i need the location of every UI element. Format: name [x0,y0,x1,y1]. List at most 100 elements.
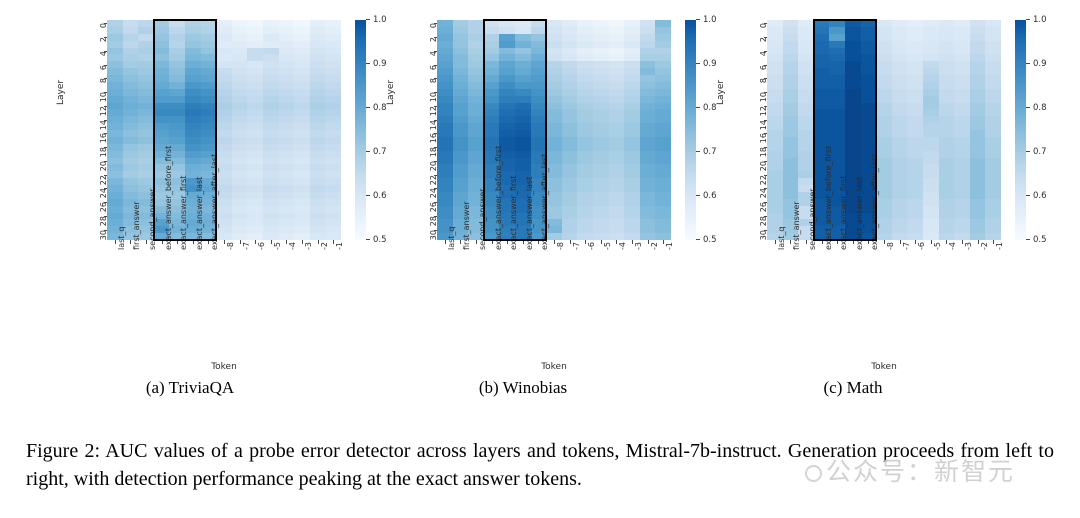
heatmap-cell [767,191,783,199]
heatmap-cell [969,191,986,199]
heatmap-cell [263,233,279,240]
heatmap-cell [798,164,814,172]
colorbar-tick-label: 0.7 [1026,147,1047,157]
heatmap-cell [923,20,939,27]
heatmap-cell [231,20,248,27]
heatmap-cell [468,178,484,185]
heatmap-cell [923,68,939,75]
x-tick-mark [522,240,524,244]
heatmap-cell [969,116,986,124]
panel-triviaqa: Layer 0 2 4 6 8 10 12 14 16 18 20 22 24 26 28 30 last_q… [12,0,387,380]
heatmap-cell [639,68,656,75]
heatmap-cell [767,219,783,227]
watermark: 公众号：新智元 [805,452,1015,488]
heatmap-cell [122,88,139,96]
heatmap-cell [876,40,892,48]
heatmap-cell [153,102,170,110]
heatmap-cell [969,54,986,62]
heatmap-cell [278,20,295,27]
heatmap-cell [639,116,656,124]
heatmap-cell [624,95,640,103]
heatmap-cell [546,26,562,34]
y-tick-mark [764,147,767,149]
heatmap-cell [639,109,656,117]
heatmap-cell [530,20,547,27]
heatmap-cell [782,61,799,69]
heatmap-cell [530,40,547,48]
heatmap-cell [452,150,469,158]
heatmap-cell [515,26,531,34]
heatmap-cell [593,191,609,199]
heatmap-cell [813,123,830,130]
heatmap-cell [437,61,453,69]
heatmap-cell [483,130,500,137]
y-tick-mark [104,119,107,121]
heatmap-cell [608,198,625,206]
heatmap-cell [452,157,469,165]
heatmap-cell [247,157,263,165]
heatmap-cell [813,54,830,62]
heatmap-cell [200,20,217,27]
heatmap-cell [624,233,640,240]
heatmap-cell [530,143,547,151]
heatmap-cell [829,68,845,75]
heatmap-cell [923,219,939,227]
heatmap-cell [813,88,830,96]
heatmap-cell [483,47,500,55]
x-tick-label: -4 [948,242,958,250]
x-tick-label: exact_answer_before_first [163,145,173,250]
heatmap-cell [985,33,1001,41]
heatmap-cell [546,75,562,82]
heatmap-cell [231,116,248,124]
heatmap-cell [954,33,970,41]
heatmap-cell [561,102,578,110]
heatmap-cell [938,150,955,158]
heatmap-cell [969,178,986,185]
x-tick-label: second_answer [148,188,157,250]
heatmap-cell [782,20,799,27]
heatmap-cell [608,123,625,130]
heatmap-cell [309,157,326,165]
x-tick-mark [774,240,776,244]
heatmap-cell [185,75,201,82]
heatmap-cell [309,136,326,144]
heatmap-cell [577,198,593,206]
heatmap-cell [138,143,154,151]
heatmap-cell [278,198,295,206]
heatmap-cell [138,130,154,137]
heatmap-cell [437,205,453,213]
heatmap-cell [876,47,892,55]
heatmap-cell [655,198,671,206]
heatmap-cell [468,130,484,137]
heatmap-cell [107,164,123,172]
heatmap-cell [216,81,232,89]
heatmap-cell [624,212,640,220]
heatmap-cell [247,205,263,213]
heatmap-cell [624,226,640,234]
heatmap-cell [782,136,799,144]
heatmap-cell [577,226,593,234]
heatmap-cell [437,198,453,206]
heatmap-cell [200,136,217,144]
heatmap-cell [452,26,469,34]
heatmap-cell [468,68,484,75]
heatmap-cell [969,47,986,55]
heatmap-cell [608,109,625,117]
heatmap-cell [608,26,625,34]
heatmap-cell [107,116,123,124]
heatmap-cell [216,68,232,75]
heatmap-cell [767,116,783,124]
colorbar-tick-label: 0.8 [1026,103,1047,113]
x-tick-mark [239,240,241,244]
heatmap-cell [452,116,469,124]
heatmap-cell [325,102,341,110]
heatmap-cell [985,54,1001,62]
heatmap-cell [216,54,232,62]
heatmap-cell [891,102,908,110]
heatmap-cell [107,150,123,158]
heatmap-cell [907,88,923,96]
heatmap-cell [577,150,593,158]
heatmap-cell [639,33,656,41]
heatmap-cell [845,102,861,110]
y-tick-mark [434,202,437,204]
